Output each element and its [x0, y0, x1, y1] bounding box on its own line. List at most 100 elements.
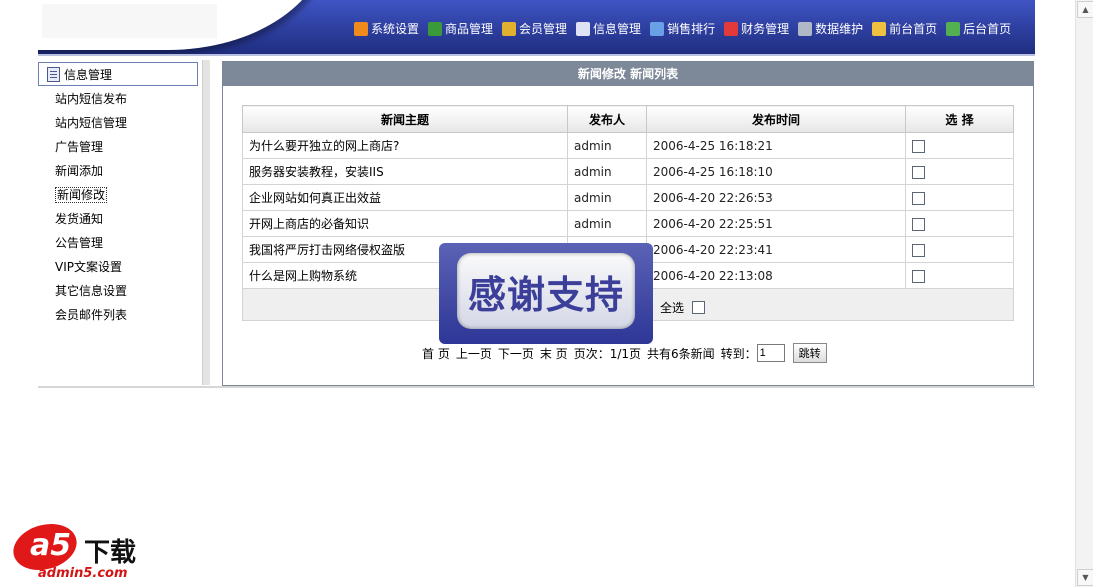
page-info: 页次：1/1页 — [573, 346, 642, 361]
product-icon — [428, 21, 443, 36]
news-subject-cell[interactable]: 为什么要开独立的网上商店? — [242, 132, 568, 159]
nav-item-label: 信息管理 — [593, 22, 642, 36]
nav-item-home[interactable]: 前台首页 — [872, 20, 937, 37]
sidebar-title-label: 信息管理 — [64, 67, 113, 82]
nav-item-members[interactable]: 会员管理 — [502, 20, 567, 37]
row-select-checkbox[interactable] — [912, 243, 925, 257]
news-subject-cell[interactable]: 企业网站如何真正出效益 — [242, 184, 568, 211]
page-number-input[interactable] — [756, 344, 785, 362]
settings-icon — [354, 21, 368, 36]
publisher-cell: admin — [567, 184, 647, 211]
scroll-up-arrow-icon[interactable]: ▲ — [1077, 1, 1093, 18]
sidebar-item[interactable]: 发货通知 — [55, 207, 127, 231]
nav-item-finance[interactable]: 财务管理 — [724, 20, 789, 37]
ranking-icon — [650, 21, 665, 36]
sidebar-item[interactable]: 公告管理 — [55, 231, 127, 255]
table-row: 为什么要开独立的网上商店? admin 2006-4-25 16:18:21 — [242, 132, 1014, 159]
nav-item-product[interactable]: 商品管理 — [428, 20, 493, 37]
sidebar-item[interactable]: VIP文案设置 — [55, 255, 127, 279]
total-count: 共有6条新闻 — [647, 346, 715, 361]
publisher-cell: admin — [567, 158, 647, 185]
table-row: 服务器安装教程，安装IIS admin 2006-4-25 16:18:10 — [242, 158, 1014, 185]
sidebar-item-label: 发货通知 — [55, 212, 104, 226]
sidebar-item-label: 广告管理 — [55, 140, 104, 154]
members-icon — [502, 21, 517, 36]
finance-icon — [724, 21, 739, 36]
sidebar-item-label: 会员邮件列表 — [55, 308, 128, 322]
publisher-cell: admin — [567, 210, 647, 237]
pagination: 首 页 上一页 下一页 末 页 页次：1/1页 共有6条新闻 转到： 跳转 — [422, 343, 827, 363]
sidebar-item-label: 新闻添加 — [55, 164, 104, 178]
nav-item-label: 财务管理 — [741, 22, 790, 36]
nav-item-admin-home[interactable]: 后台首页 — [946, 20, 1011, 37]
sidebar: 信息管理 站内短信发布 站内短信管理 广告管理新闻添加新闻修改发货通知公告管理 VIP… — [38, 60, 204, 385]
news-subject-cell[interactable]: 服务器安装教程，安装IIS — [242, 158, 568, 185]
row-select-checkbox[interactable] — [912, 139, 925, 153]
publish-time-cell: 2006-4-20 22:23:41 — [646, 236, 906, 263]
nav-item-gear[interactable]: 数据维护 — [798, 20, 863, 37]
sidebar-item[interactable]: 新闻修改 — [55, 183, 127, 207]
admin-home-icon — [946, 21, 961, 36]
sidebar-item[interactable]: 站内短信管理 — [55, 111, 127, 135]
publish-time-cell: 2006-4-25 16:18:21 — [646, 132, 906, 159]
sidebar-item-label: 站内短信发布 — [55, 92, 128, 106]
row-select-checkbox[interactable] — [912, 217, 925, 231]
sidebar-item-label: 其它信息设置 — [55, 284, 128, 298]
nav-item-label: 系统设置 — [371, 22, 420, 36]
nav-item-label: 销售排行 — [667, 22, 716, 36]
nav-item-ranking[interactable]: 销售排行 — [650, 20, 715, 37]
sidebar-item[interactable]: 其它信息设置 — [55, 279, 127, 303]
goto-label: 转到： — [720, 346, 757, 361]
nav-item-info[interactable]: 信息管理 — [576, 20, 641, 37]
col-select-header: 选 择 — [905, 105, 1014, 133]
admin5-watermark-logo: a5 下载 admin5.com — [4, 524, 149, 584]
first-page-link[interactable]: 首 页 — [422, 345, 450, 362]
last-page-link[interactable]: 末 页 — [540, 345, 568, 362]
select-all-group: 全选 — [660, 299, 706, 316]
nav-item-settings[interactable]: 系统设置 — [354, 20, 419, 37]
jump-button[interactable]: 跳转 — [792, 343, 827, 363]
gear-icon — [798, 21, 813, 36]
select-cell — [905, 236, 1014, 263]
table-row: 开网上商店的必备知识 admin 2006-4-20 22:25:51 — [242, 210, 1014, 237]
publish-time-cell: 2006-4-25 16:18:10 — [646, 158, 906, 185]
nav-item-label: 数据维护 — [815, 22, 864, 36]
footer-divider — [38, 386, 1035, 388]
sidebar-item[interactable]: 站内短信发布 — [55, 87, 127, 111]
news-subject-cell[interactable]: 开网上商店的必备知识 — [242, 210, 568, 237]
row-select-checkbox[interactable] — [912, 191, 925, 205]
watermark-url: admin5.com — [38, 566, 128, 581]
header-divider — [38, 54, 1035, 56]
select-cell — [905, 132, 1014, 159]
select-cell — [905, 158, 1014, 185]
publish-time-cell: 2006-4-20 22:25:51 — [646, 210, 906, 237]
thanks-banner: 感谢支持 — [439, 243, 653, 344]
sidebar-title[interactable]: 信息管理 — [38, 62, 198, 86]
publish-time-cell: 2006-4-20 22:13:08 — [646, 262, 906, 289]
panel-title: 新闻修改 新闻列表 — [223, 62, 1033, 86]
watermark-download: 下载 — [84, 538, 137, 568]
page-scrollbar[interactable]: ▲ ▼ — [1075, 0, 1093, 587]
logo-area — [42, 4, 217, 38]
sidebar-item[interactable]: 新闻添加 — [55, 159, 127, 183]
select-cell — [905, 184, 1014, 211]
row-select-checkbox[interactable] — [912, 165, 925, 179]
select-all-checkbox[interactable] — [692, 301, 706, 314]
top-nav: 系统设置 商品管理 会员管理 信息管理 销售排行 财务管理 数据维护 前台首页 后台首页 — [354, 20, 1020, 37]
sidebar-scrollbar[interactable] — [202, 60, 210, 385]
top-header: 系统设置 商品管理 会员管理 信息管理 销售排行 财务管理 数据维护 前台首页 后台首页 — [38, 0, 1035, 54]
prev-page-link[interactable]: 上一页 — [456, 345, 492, 362]
sidebar-item[interactable]: 广告管理 — [55, 135, 127, 159]
sidebar-item-label: 站内短信管理 — [55, 116, 128, 130]
scroll-down-arrow-icon[interactable]: ▼ — [1077, 569, 1093, 586]
col-publisher-header: 发布人 — [567, 105, 647, 133]
sidebar-item-label: 公告管理 — [55, 236, 104, 250]
next-page-link[interactable]: 下一页 — [498, 345, 534, 362]
publisher-cell: admin — [567, 132, 647, 159]
table-row: 企业网站如何真正出效益 admin 2006-4-20 22:26:53 — [242, 184, 1014, 211]
sidebar-item-label: 新闻修改 — [55, 187, 108, 203]
watermark-brand: a5 — [30, 528, 72, 563]
sidebar-item[interactable]: 会员邮件列表 — [55, 303, 127, 327]
row-select-checkbox[interactable] — [912, 269, 925, 283]
select-cell — [905, 210, 1014, 237]
